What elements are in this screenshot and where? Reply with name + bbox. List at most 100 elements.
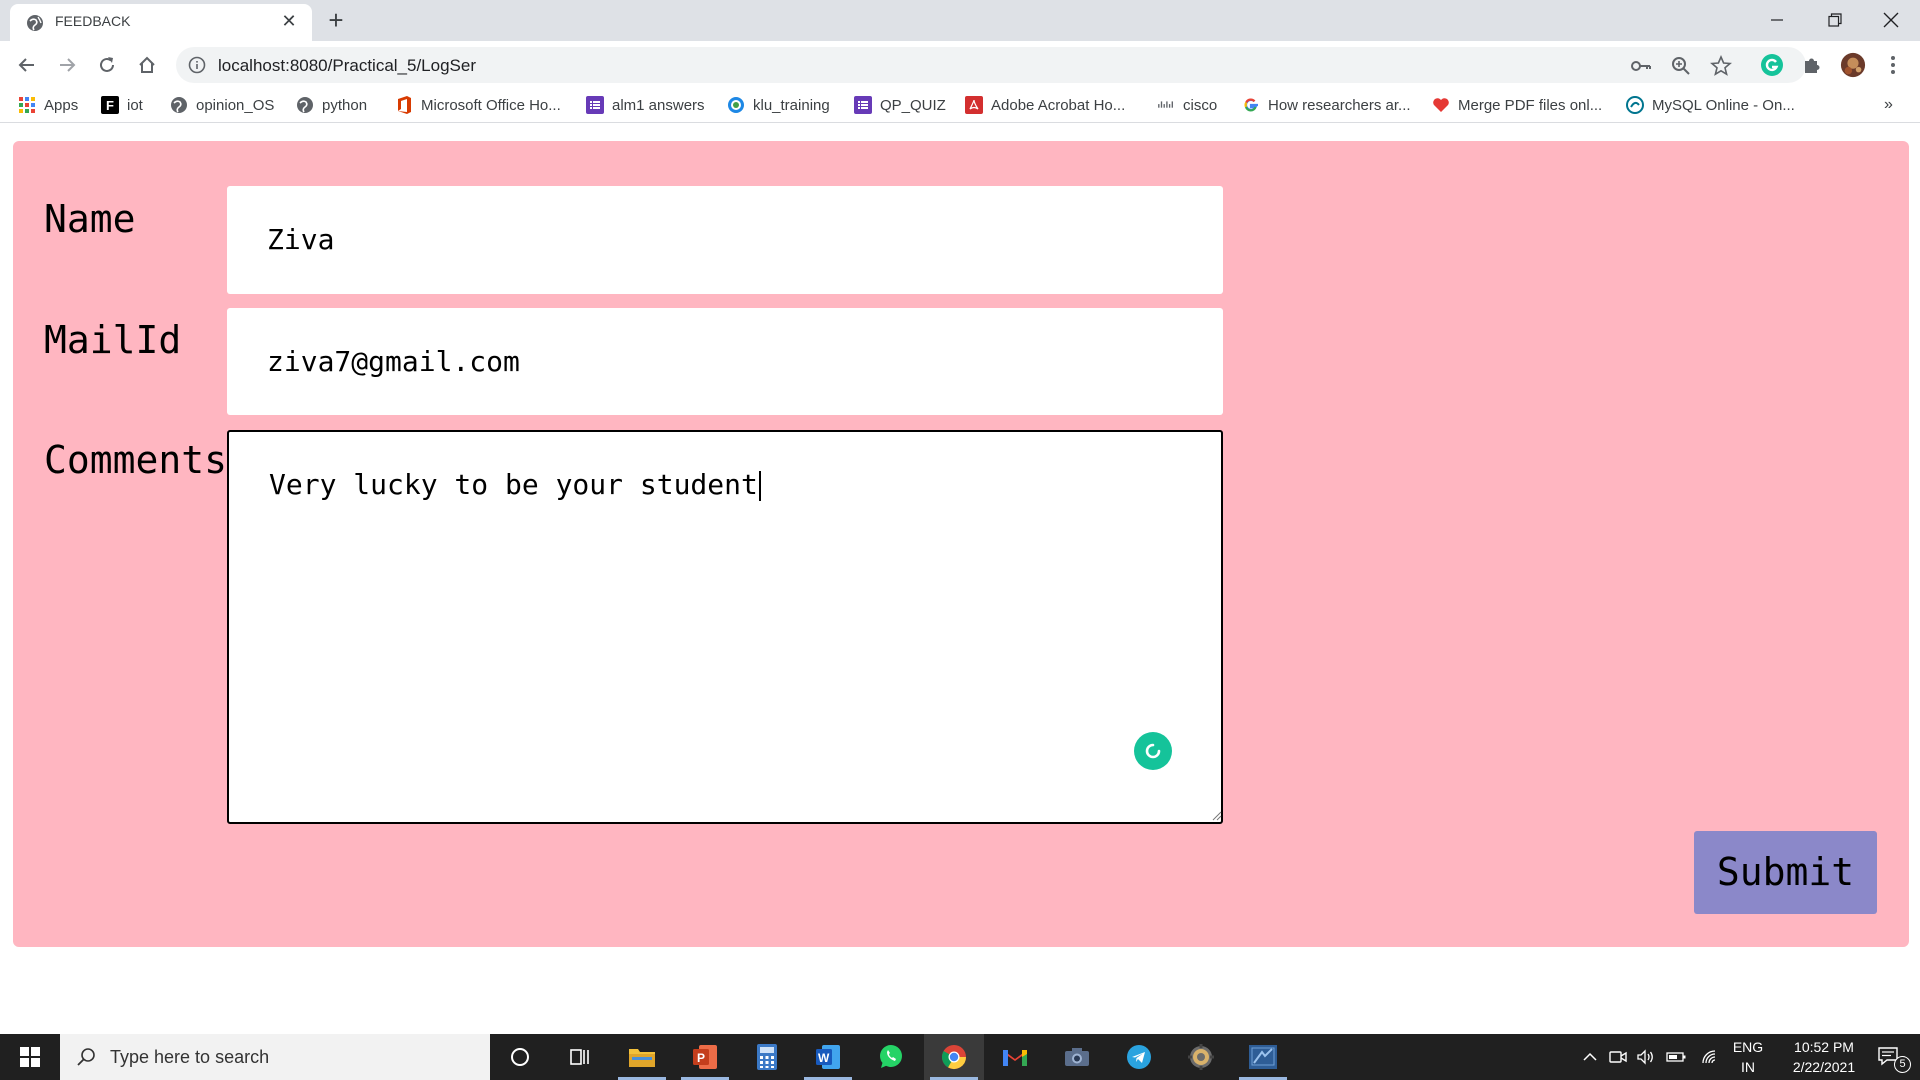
clock-date: 2/22/2021	[1792, 1059, 1856, 1075]
bookmark-label: klu_training	[753, 96, 830, 114]
clock-time: 10:52 PM	[1794, 1039, 1854, 1055]
bookmark-star-icon[interactable]	[1710, 55, 1732, 77]
bookmark-office[interactable]: Microsoft Office Ho...	[395, 94, 561, 116]
bookmark-label: iot	[127, 96, 143, 114]
taskbar-search-input[interactable]: Type here to search	[60, 1034, 490, 1080]
forms-icon	[586, 96, 604, 114]
globe-icon	[26, 14, 44, 32]
bookmark-cisco[interactable]: cisco	[1157, 94, 1217, 116]
text-caret	[758, 471, 761, 501]
bookmark-python[interactable]: python	[296, 94, 367, 116]
show-hidden-icons-chevron-icon[interactable]	[1578, 1034, 1602, 1080]
bookmark-label: opinion_OS	[196, 96, 275, 114]
whatsapp-icon[interactable]	[861, 1034, 921, 1080]
region-code: IN	[1741, 1059, 1755, 1075]
forward-arrow-icon[interactable]	[53, 51, 81, 79]
site-info-icon[interactable]	[188, 56, 206, 74]
bookmark-merge-pdf[interactable]: Merge PDF files onl...	[1432, 94, 1602, 116]
bookmark-label: QP_QUIZ	[880, 96, 946, 114]
search-placeholder: Type here to search	[110, 1047, 270, 1067]
cortana-icon[interactable]	[490, 1034, 550, 1080]
bookmark-iot[interactable]: F iot	[101, 94, 143, 116]
bookmark-label: Microsoft Office Ho...	[421, 96, 561, 114]
globe-icon	[296, 96, 314, 114]
bookmark-opinion-os[interactable]: opinion_OS	[170, 94, 274, 116]
restore-icon[interactable]	[1806, 0, 1864, 40]
resize-grip-icon[interactable]	[1210, 808, 1222, 821]
powerpoint-icon[interactable]: P	[675, 1034, 735, 1080]
gmail-icon[interactable]	[985, 1034, 1045, 1080]
calculator-icon[interactable]	[737, 1034, 797, 1080]
bookmark-label: python	[322, 96, 368, 114]
bookmark-how-researchers[interactable]: How researchers ar...	[1242, 94, 1411, 116]
telegram-icon[interactable]	[1109, 1034, 1169, 1080]
bookmark-label: MySQL Online - On...	[1652, 96, 1795, 114]
close-window-icon[interactable]	[1862, 0, 1920, 40]
bookmark-klu-training[interactable]: klu_training	[727, 94, 830, 116]
bookmark-label: Adobe Acrobat Ho...	[991, 96, 1126, 114]
reload-icon[interactable]	[93, 51, 121, 79]
back-arrow-icon[interactable]	[13, 51, 41, 79]
word-icon[interactable]: W	[798, 1034, 858, 1080]
notifications-icon[interactable]: 5	[1866, 1034, 1914, 1080]
key-icon[interactable]	[1630, 55, 1652, 77]
battery-icon[interactable]	[1664, 1034, 1688, 1080]
task-view-icon[interactable]	[550, 1034, 610, 1080]
svg-text:W: W	[818, 1051, 830, 1065]
close-tab-icon[interactable]: ✕	[278, 10, 300, 32]
kebab-menu-icon[interactable]	[1880, 52, 1906, 78]
feedback-form: Name Ziva MailId ziva7@gmail.com Comment…	[13, 141, 1909, 947]
tab-feedback[interactable]: FEEDBACK ✕	[10, 4, 312, 41]
home-icon[interactable]	[133, 51, 161, 79]
bookmark-label: alm1 answers	[612, 96, 705, 114]
name-label: Name	[44, 197, 136, 241]
bookmarks-bar: Apps F iot opinion_OS python Microsoft O…	[0, 88, 1920, 123]
puzzle-extensions-icon[interactable]	[1799, 52, 1825, 78]
windows-start-icon[interactable]	[0, 1034, 60, 1080]
settings-gear-icon[interactable]	[1171, 1034, 1231, 1080]
svg-text:P: P	[697, 1051, 705, 1065]
submit-button[interactable]: Submit	[1694, 831, 1877, 914]
bookmark-mysql-online[interactable]: MySQL Online - On...	[1626, 94, 1795, 116]
more-bookmarks-chevron-icon[interactable]: »	[1884, 94, 1893, 116]
f-logo-icon: F	[101, 96, 119, 114]
clock[interactable]: 10:52 PM 2/22/2021	[1774, 1037, 1874, 1077]
grammarly-icon[interactable]	[1134, 732, 1172, 770]
office-icon	[395, 96, 413, 114]
bookmark-label: How researchers ar...	[1268, 96, 1411, 114]
remote-desktop-icon[interactable]	[1233, 1034, 1293, 1080]
chrome-icon[interactable]	[924, 1034, 984, 1080]
meet-now-icon[interactable]	[1606, 1034, 1630, 1080]
zoom-icon[interactable]	[1670, 55, 1692, 77]
acrobat-icon	[965, 96, 983, 114]
address-bar[interactable]: localhost:8080/Practical_5/LogSer	[176, 47, 1806, 83]
name-field[interactable]: Ziva	[227, 186, 1223, 294]
bookmark-label: Apps	[44, 96, 79, 114]
bookmark-apps[interactable]: Apps	[18, 94, 78, 116]
comments-label: Comments	[44, 438, 228, 482]
wifi-icon[interactable]	[1698, 1034, 1722, 1080]
file-explorer-icon[interactable]	[612, 1034, 672, 1080]
bookmark-adobe-acrobat[interactable]: Adobe Acrobat Ho...	[965, 94, 1125, 116]
notification-count: 5	[1894, 1056, 1911, 1073]
grammarly-extension-icon[interactable]	[1759, 52, 1785, 78]
tab-strip: FEEDBACK ✕ +	[0, 0, 1920, 41]
comments-textarea[interactable]: Very lucky to be your student	[227, 430, 1223, 824]
language-indicator[interactable]: ENG IN	[1728, 1037, 1768, 1077]
camera-icon[interactable]	[1047, 1034, 1107, 1080]
tab-title: FEEDBACK	[55, 13, 131, 29]
profile-avatar-icon[interactable]	[1840, 52, 1866, 78]
mysql-icon	[1626, 96, 1644, 114]
new-tab-icon[interactable]: +	[322, 7, 350, 35]
mail-field[interactable]: ziva7@gmail.com	[227, 308, 1223, 415]
search-icon	[76, 1046, 98, 1068]
heart-icon	[1432, 96, 1450, 114]
language-code: ENG	[1732, 1039, 1764, 1055]
minimize-icon[interactable]	[1748, 0, 1806, 40]
url-text: localhost:8080/Practical_5/LogSer	[218, 56, 476, 75]
bookmark-alm1-answers[interactable]: alm1 answers	[586, 94, 705, 116]
bookmark-qp-quiz[interactable]: QP_QUIZ	[854, 94, 946, 116]
volume-icon[interactable]	[1634, 1034, 1658, 1080]
bookmark-label: Merge PDF files onl...	[1458, 96, 1603, 114]
google-icon	[1242, 96, 1260, 114]
